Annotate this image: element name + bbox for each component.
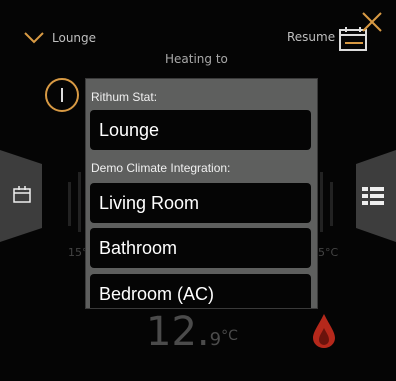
dial-max-label: 5°C: [318, 246, 339, 259]
current-temperature: 12. 9 °C: [146, 308, 238, 364]
thermostat-card: Lounge Heating to Resume 15° 5°C 12. 9 °…: [0, 0, 396, 381]
current-temp-decimal: 9: [209, 329, 222, 350]
dial-tick: [78, 172, 81, 232]
grid-list-icon: [362, 187, 384, 205]
dial-tick: [320, 172, 323, 232]
chevron-down-icon: [24, 32, 44, 44]
power-icon[interactable]: [45, 78, 79, 112]
dial-tick: [68, 182, 71, 226]
presets-tab[interactable]: [356, 150, 396, 242]
room-label: Lounge: [52, 31, 97, 45]
option-bathroom[interactable]: Bathroom: [90, 228, 311, 268]
current-temp-unit: °C: [221, 328, 238, 344]
thermostat-select-dropdown[interactable]: Rithum Stat: Lounge Demo Climate Integra…: [86, 79, 317, 308]
option-lounge[interactable]: Lounge: [90, 110, 311, 150]
dial-tick: [330, 182, 333, 226]
schedule-tab[interactable]: [0, 150, 42, 242]
heating-status: Heating to: [165, 52, 228, 66]
room-selector[interactable]: Lounge: [24, 28, 96, 48]
dial-min-label: 15°: [68, 246, 88, 259]
group-label-demo-climate: Demo Climate Integration:: [91, 161, 231, 175]
resume-button[interactable]: Resume: [287, 30, 335, 44]
option-living-room[interactable]: Living Room: [90, 183, 311, 223]
option-bedroom-ac[interactable]: Bedroom (AC): [90, 274, 311, 308]
group-label-rithum-stat: Rithum Stat:: [91, 90, 158, 104]
current-temp-integer: 12.: [146, 309, 210, 355]
flame-drop-icon: [313, 314, 335, 348]
close-icon[interactable]: [360, 10, 384, 34]
